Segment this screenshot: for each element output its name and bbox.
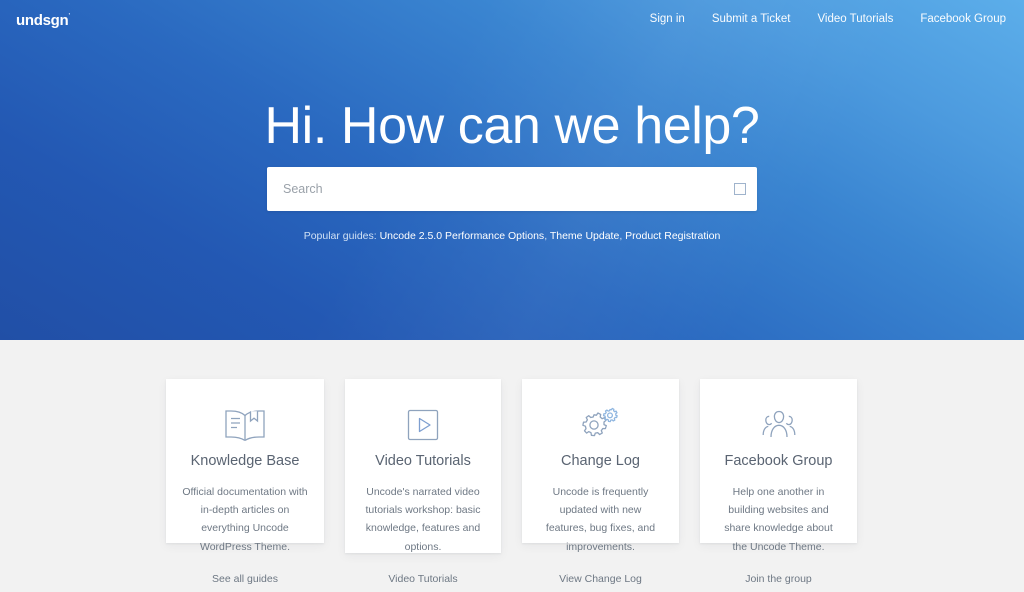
popular-guides: Popular guides: Uncode 2.5.0 Performance… [0,229,1024,244]
card-title: Facebook Group [724,453,833,469]
card-description: Uncode is frequently updated with new fe… [545,486,656,553]
popular-guide-link-1[interactable]: Uncode 2.5.0 Performance Options [380,230,545,242]
feature-card-grid: Knowledge Base Official documentation wi… [0,340,1024,592]
popular-guides-label: Popular guides: [303,230,377,242]
card-description: Uncode's narrated video tutorials worksh… [365,486,481,553]
card-link-join-the-group[interactable]: Join the group [745,573,812,585]
card-change-log[interactable]: Change Log Uncode is frequently updated … [522,379,679,585]
hero-content: Hi. How can we help? Popular guides: Unc… [0,0,1024,340]
card-description: Help one another in building websites an… [724,486,833,553]
nav-item-sign-in[interactable]: Sign in [650,13,685,26]
site-logo[interactable]: undsgn’ [16,12,71,29]
help-center-page: undsgn’ Sign in Submit a Ticket Video Tu… [0,0,1024,592]
card-knowledge-base[interactable]: Knowledge Base Official documentation wi… [166,379,324,585]
main-nav: Sign in Submit a Ticket Video Tutorials … [650,13,1006,26]
logo-text: undsgn [16,12,69,29]
card-facebook-group[interactable]: Facebook Group Help one another in build… [700,379,857,585]
nav-item-video-tutorials[interactable]: Video Tutorials [817,13,893,26]
popular-guide-link-3[interactable]: Product Registration [625,230,720,242]
card-link-video-tutorials[interactable]: Video Tutorials [388,573,457,585]
card-description: Official documentation with in-depth art… [182,486,308,553]
popular-guide-link-2[interactable]: Theme Update [550,230,619,242]
nav-item-submit-a-ticket[interactable]: Submit a Ticket [712,13,791,26]
card-title: Knowledge Base [190,453,300,469]
card-title: Change Log [560,453,640,469]
open-book-icon [166,403,324,447]
card-video-tutorials[interactable]: Video Tutorials Uncode's narrated video … [345,379,501,585]
gears-icon [522,403,679,447]
card-link-view-change-log[interactable]: View Change Log [559,573,642,585]
play-video-icon [345,403,501,447]
page-title: Hi. How can we help? [264,97,760,155]
search-icon-glyph [734,183,746,195]
card-title: Video Tutorials [375,453,471,469]
search-icon[interactable] [723,167,757,211]
card-link-see-all-guides[interactable]: See all guides [212,573,278,585]
search-bar [267,167,757,211]
nav-item-facebook-group[interactable]: Facebook Group [920,13,1006,26]
search-input[interactable] [267,168,723,210]
people-group-icon [700,403,857,447]
logo-trademark-mark: ’ [68,12,71,21]
top-navigation-bar: undsgn’ Sign in Submit a Ticket Video Tu… [0,0,1024,44]
